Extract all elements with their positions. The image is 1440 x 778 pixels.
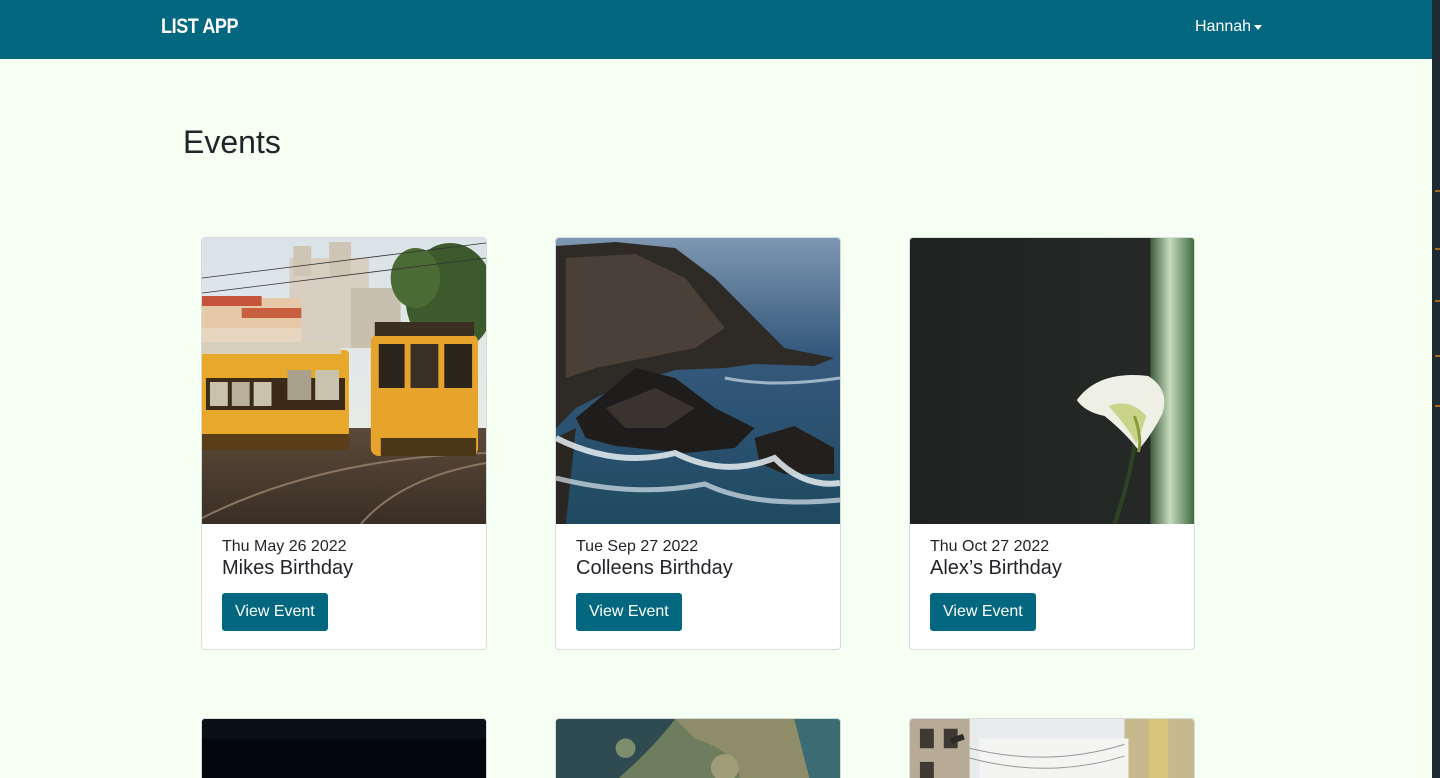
event-card — [201, 718, 487, 778]
caret-down-icon — [1254, 25, 1263, 30]
navbar: LIST APP Hannah — [0, 0, 1432, 59]
event-image — [910, 238, 1194, 524]
event-card — [909, 718, 1195, 778]
aerial-coast-photo — [556, 719, 840, 778]
event-card: Thu May 26 2022 Mikes Birthday View Even… — [201, 237, 487, 650]
event-image — [202, 238, 486, 524]
coastal-cliffs-photo — [556, 238, 840, 524]
event-date: Tue Sep 27 2022 — [576, 538, 699, 555]
event-date: Thu Oct 27 2022 — [930, 538, 1050, 555]
event-card — [555, 718, 841, 778]
page-title: Events — [183, 124, 281, 160]
view-event-button[interactable]: View Event — [930, 593, 1036, 631]
event-date: Thu May 26 2022 — [222, 538, 347, 555]
calla-lily-photo — [910, 238, 1194, 524]
night-sky-photo — [202, 719, 486, 778]
event-title: Colleens Birthday — [576, 557, 733, 579]
city-street-photo — [910, 719, 1194, 778]
brand-logo[interactable]: LIST APP — [161, 15, 239, 39]
event-title: Mikes Birthday — [222, 557, 354, 579]
lisbon-trams-photo — [202, 238, 486, 524]
window-edge — [1432, 0, 1440, 778]
event-card: Tue Sep 27 2022 Colleens Birthday View E… — [555, 237, 841, 650]
user-menu-dropdown[interactable]: Hannah — [1195, 18, 1263, 36]
event-card: Thu Oct 27 2022 Alex’s Birthday View Eve… — [909, 237, 1195, 650]
user-name: Hannah — [1195, 18, 1252, 35]
view-event-button[interactable]: View Event — [222, 593, 328, 631]
event-image — [556, 238, 840, 524]
view-event-button[interactable]: View Event — [576, 593, 682, 631]
event-title: Alex’s Birthday — [930, 557, 1062, 579]
